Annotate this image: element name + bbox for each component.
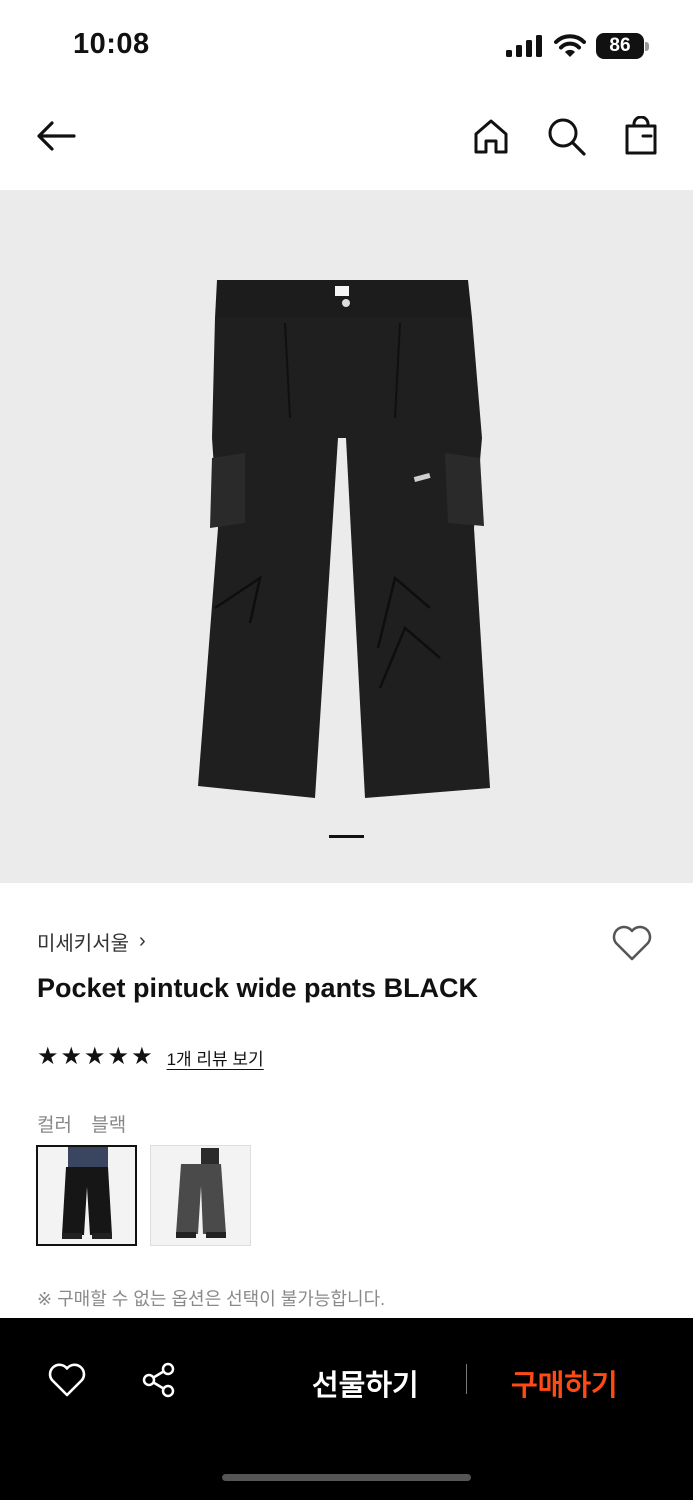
shopping-bag-icon: [625, 116, 657, 155]
back-button[interactable]: [34, 114, 78, 158]
bottom-action-bar: 선물하기 구매하기: [0, 1318, 693, 1500]
star-rating: ★ ★ ★ ★ ★: [37, 1044, 153, 1070]
battery-indicator: 86: [596, 33, 650, 59]
rating-row: ★ ★ ★ ★ ★ 1개 리뷰 보기: [37, 1044, 264, 1070]
brand-link[interactable]: 미세키서울 ›: [37, 927, 146, 956]
home-icon: [474, 119, 508, 154]
color-swatch-charcoal[interactable]: [150, 1145, 251, 1246]
gallery-pagination: [0, 835, 693, 839]
wifi-icon: [554, 34, 586, 57]
battery-tip: [645, 42, 649, 51]
product-title: Pocket pintuck wide pants BLACK: [37, 973, 479, 1003]
star-icon: ★: [37, 1043, 59, 1070]
share-icon[interactable]: [139, 1360, 179, 1400]
status-bar: 10:08 86: [0, 0, 693, 92]
star-icon: ★: [107, 1043, 130, 1070]
gallery-pagination-active: [329, 835, 364, 838]
option-name: 컬러: [37, 1115, 72, 1136]
search-icon: [548, 118, 586, 156]
product-image-gallery[interactable]: [0, 190, 693, 883]
color-option-label: 컬러 블랙: [37, 1110, 140, 1137]
star-icon: ★: [60, 1043, 83, 1070]
button-divider: [466, 1364, 467, 1394]
swatch-image: [38, 1147, 135, 1244]
review-link[interactable]: 1개 리뷰 보기: [167, 1045, 264, 1070]
option-selected-value: 블랙: [91, 1115, 127, 1136]
chevron-right-icon: ›: [139, 930, 146, 952]
home-indicator: [222, 1474, 471, 1481]
star-icon: ★: [131, 1043, 153, 1070]
search-button[interactable]: [544, 114, 588, 158]
color-swatch-black[interactable]: [36, 1145, 137, 1246]
battery-level: 86: [596, 33, 644, 59]
cellular-signal-icon: [506, 35, 542, 57]
top-navigation: [0, 92, 693, 190]
cart-button[interactable]: [619, 114, 663, 158]
wishlist-heart-button[interactable]: [611, 923, 653, 963]
heart-icon[interactable]: [47, 1360, 87, 1400]
home-button[interactable]: [469, 114, 513, 158]
star-icon: ★: [84, 1043, 106, 1070]
swatch-image: [151, 1146, 250, 1245]
heart-outline-icon: [612, 925, 652, 961]
brand-name: 미세키서울: [37, 933, 129, 955]
buy-button[interactable]: 구매하기: [511, 1362, 618, 1404]
product-image: [198, 280, 490, 798]
option-notice: ※ 구매할 수 없는 옵션은 선택이 불가능합니다.: [37, 1289, 386, 1309]
gift-button[interactable]: 선물하기: [312, 1362, 419, 1404]
arrow-left-icon: [37, 121, 76, 151]
status-time: 10:08: [73, 28, 150, 60]
